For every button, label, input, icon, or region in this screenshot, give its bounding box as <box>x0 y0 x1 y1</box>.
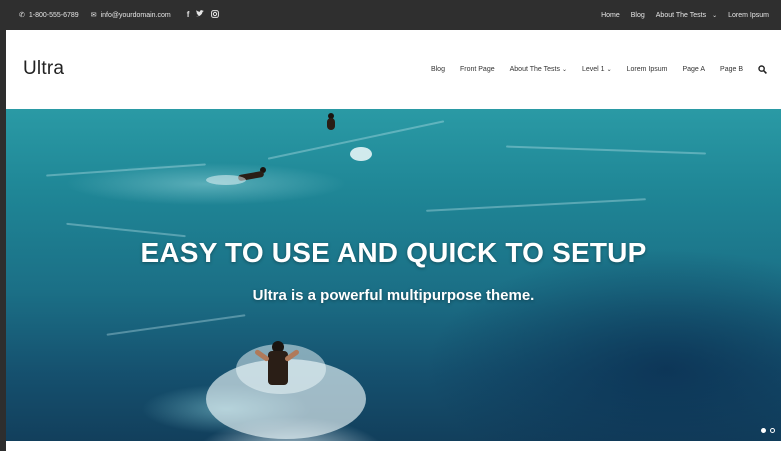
wave-foam <box>350 147 372 161</box>
nav-label: Level 1 <box>581 66 605 73</box>
instagram-icon[interactable] <box>211 10 220 20</box>
wave-streak <box>66 222 186 238</box>
top-link-about[interactable]: About The Tests ⌄ <box>656 12 717 19</box>
email-icon: ✉ <box>90 12 97 19</box>
chevron-down-icon: ⌄ <box>561 67 567 73</box>
wave-streak <box>46 163 206 177</box>
slider-dot-1[interactable] <box>761 428 766 433</box>
nav-item-page-b[interactable]: Page B <box>720 66 743 73</box>
wave-streak <box>426 198 646 212</box>
search-icon[interactable] <box>758 65 767 74</box>
hero-title: EASY TO USE AND QUICK TO SETUP <box>140 237 647 268</box>
top-link-blog[interactable]: Blog <box>631 12 645 19</box>
phone-item[interactable]: ✆ 1-800-555-6789 <box>19 11 79 20</box>
hero-slider[interactable]: EASY TO USE AND QUICK TO SETUP Ultra is … <box>6 109 781 441</box>
nav-item-blog[interactable]: Blog <box>431 66 445 73</box>
nav-label: About The Tests <box>509 66 560 73</box>
wave-foam <box>206 175 246 185</box>
site-logo[interactable]: Ultra <box>23 58 64 80</box>
nav-label: Page B <box>720 66 743 73</box>
site-header: Ultra Blog Front Page About The Tests ⌄ L… <box>6 30 781 109</box>
top-links: Home Blog About The Tests ⌄ Lorem Ipsum <box>601 0 769 30</box>
top-link-label: About The Tests <box>655 11 707 19</box>
email-item[interactable]: ✉ info@yourdomain.com <box>90 11 171 20</box>
chevron-down-icon: ⌄ <box>712 12 718 19</box>
top-link-label: Lorem Ipsum <box>728 11 769 19</box>
twitter-icon[interactable] <box>196 10 205 20</box>
nav-label: Page A <box>682 66 706 73</box>
phone-text: 1-800-555-6789 <box>28 11 79 19</box>
content-start <box>6 441 781 451</box>
social-links: f <box>187 10 220 20</box>
nav-item-level-1[interactable]: Level 1 ⌄ <box>582 66 612 73</box>
top-bar: ✆ 1-800-555-6789 ✉ info@yourdomain.com f… <box>0 0 781 30</box>
slider-dot-2[interactable] <box>770 428 775 433</box>
nav-label: Front Page <box>459 66 495 73</box>
nav-item-page-a[interactable]: Page A <box>682 66 705 73</box>
nav-label: Lorem Ipsum <box>626 66 668 73</box>
top-link-label: Blog <box>630 11 645 19</box>
contact-info: ✆ 1-800-555-6789 ✉ info@yourdomain.com f <box>19 0 220 30</box>
nav-item-about-the-tests[interactable]: About The Tests ⌄ <box>510 66 567 73</box>
facebook-icon[interactable]: f <box>187 10 190 20</box>
top-link-home[interactable]: Home <box>601 12 620 19</box>
nav-item-front-page[interactable]: Front Page <box>460 66 495 73</box>
wave-streak <box>506 145 706 155</box>
slider-dots <box>761 428 775 433</box>
chevron-down-icon: ⌄ <box>606 67 612 73</box>
nav-item-lorem-ipsum[interactable]: Lorem Ipsum <box>627 66 668 73</box>
page-frame: Ultra Blog Front Page About The Tests ⌄ L… <box>6 30 781 451</box>
wave-streak <box>106 314 246 336</box>
phone-icon: ✆ <box>19 12 25 19</box>
top-link-label: Home <box>601 11 620 19</box>
main-nav: Blog Front Page About The Tests ⌄ Level 1… <box>431 30 767 109</box>
hero-subtitle: Ultra is a powerful multipurpose theme. <box>252 287 535 304</box>
nav-label: Blog <box>430 66 445 73</box>
top-link-lorem[interactable]: Lorem Ipsum <box>728 12 769 19</box>
email-text: info@yourdomain.com <box>100 11 171 19</box>
